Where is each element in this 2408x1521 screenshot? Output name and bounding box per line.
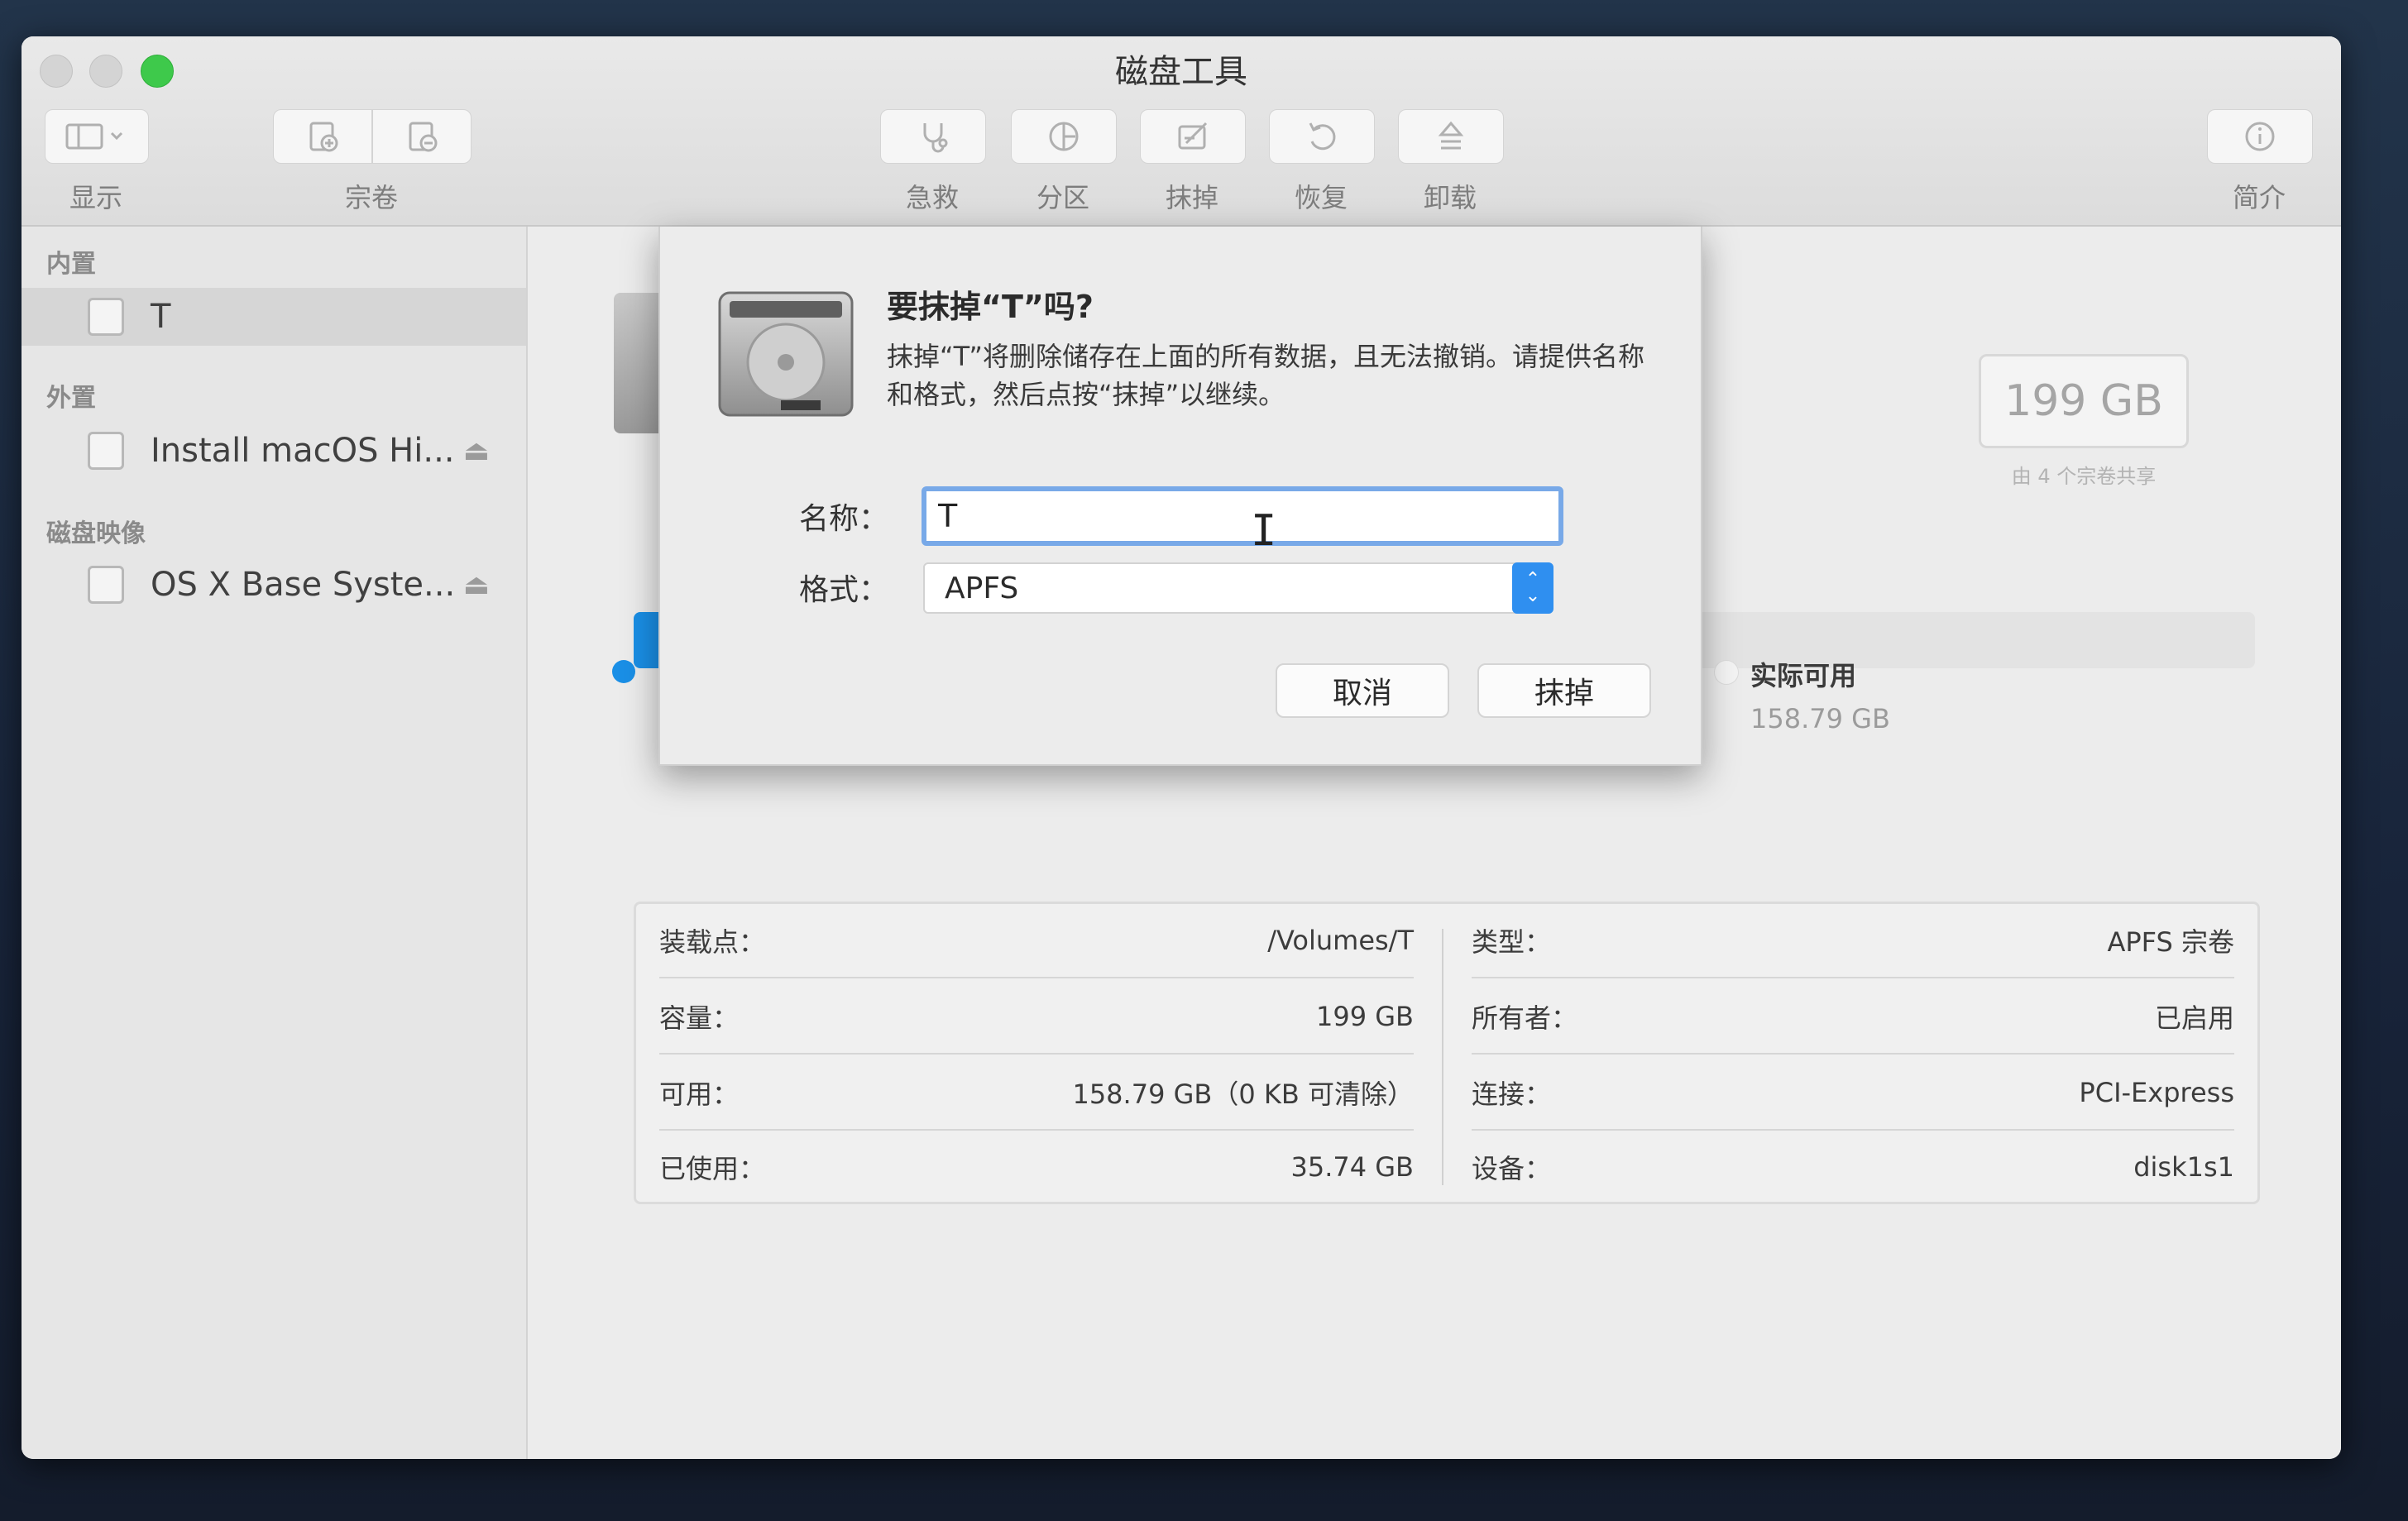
unmount-icon [1438,121,1464,150]
window-title: 磁盘工具 [1115,53,1247,91]
info-row-used: 已使用： 35.74 GB [659,1131,1414,1203]
sidebar-header-external: 外置 [46,384,96,413]
eject-icon[interactable]: ⏏ [463,568,490,601]
name-label: 名称： [798,502,888,536]
row-separator [659,977,1414,978]
info-key: 类型： [1472,926,1552,958]
info-row-connection: 连接： PCI-Express [1472,1056,2234,1129]
info-value: 35.74 GB [1290,1151,1414,1183]
format-label: 格式： [798,573,888,607]
volume-icon [88,298,124,336]
stethoscope-icon [923,123,948,153]
dialog-title: 要抹掉“T”吗? [887,289,1094,325]
sidebar-header-internal: 内置 [46,250,96,279]
row-separator [659,1053,1414,1055]
sidebar-header-disk-images: 磁盘映像 [46,519,146,548]
unmount-button[interactable] [1398,109,1504,164]
volume-info-table: 装载点： /Volumes/T 容量： 199 GB 可用： 158.79 GB… [634,902,2260,1204]
cancel-button[interactable]: 取消 [1276,663,1449,718]
sidebar: 内置 T 外置 Install macOS Hi... ⏏ 磁盘映像 OS X … [22,227,528,1459]
restore-icon [1309,122,1336,151]
erase-button[interactable]: 抹掉 [1477,663,1651,718]
sidebar-item-label: T [151,298,171,336]
sidebar-item-install-macos[interactable]: Install macOS Hi... ⏏ [22,422,526,480]
info-row-capacity: 容量： 199 GB [659,980,1414,1053]
available-legend-value: 158.79 GB [1750,703,1890,734]
sidebar-item-base-system[interactable]: OS X Base Syste... ⏏ [22,556,526,614]
info-row-device: 设备： disk1s1 [1472,1131,2234,1203]
info-row-type: 类型： APFS 宗卷 [1472,904,2234,977]
display-button[interactable] [45,109,149,164]
restore-label: 恢复 [1294,182,1348,213]
info-key: 所有者： [1472,1002,1578,1034]
column-separator [1442,929,1443,1185]
info-value: 158.79 GB（0 KB 可清除） [1072,1079,1414,1110]
unmount-label: 卸载 [1423,182,1477,213]
info-row-mount-point: 装载点： /Volumes/T [659,904,1414,977]
remove-volume-icon [409,122,438,152]
disk-icon [88,432,124,470]
erase-dialog: 要抹掉“T”吗? 抹掉“T”将删除储存在上面的所有数据，且无法撤销。请提供名称和… [658,227,1702,766]
toolbar: 磁盘工具 显示 宗卷 急救 分区 抹掉 恢复 卸载 简介 [22,36,2341,227]
format-select[interactable]: APFS ⌃ ⌄ [923,562,1553,614]
first-aid-label: 急救 [905,182,959,213]
info-value: 已启用 [2154,1002,2234,1034]
text-cursor-icon: I [1251,506,1277,556]
info-value: disk1s1 [2133,1151,2234,1183]
erase-icon [1178,122,1208,150]
hard-drive-icon [718,291,854,417]
erase-toolbar-button[interactable] [1140,109,1246,164]
add-volume-button[interactable] [273,109,372,164]
format-value: APFS [945,571,1019,605]
dialog-message: 抹掉“T”将删除储存在上面的所有数据，且无法撤销。请提供名称和格式，然后点按“抹… [887,341,1645,410]
erase-toolbar-label: 抹掉 [1165,182,1218,213]
used-legend-dot [612,660,635,683]
partition-label: 分区 [1036,182,1089,213]
row-separator [1472,1053,2234,1055]
name-field[interactable] [922,486,1563,546]
partition-icon [1049,122,1079,151]
select-stepper-icon: ⌃ ⌄ [1512,562,1553,614]
first-aid-button[interactable] [880,109,986,164]
info-value: 199 GB [1316,1001,1414,1032]
partition-button[interactable] [1011,109,1117,164]
sidebar-item-t[interactable]: T [22,288,526,346]
info-button[interactable] [2207,109,2313,164]
info-key: 容量： [659,1002,740,1034]
row-separator [1472,977,2234,978]
info-value: /Volumes/T [1267,925,1414,956]
eject-icon[interactable]: ⏏ [463,434,490,467]
info-row-available: 可用： 158.79 GB（0 KB 可清除） [659,1056,1414,1129]
info-icon [2245,122,2275,151]
info-value: APFS 宗卷 [2107,926,2234,958]
sidebar-toggle-icon [65,123,123,150]
capacity-shared-note: 由 4 个宗卷共享 [2011,465,2157,488]
info-label: 简介 [2232,182,2286,213]
info-value: PCI-Express [2079,1077,2234,1108]
available-legend-label: 实际可用 [1750,660,1857,691]
info-key: 装载点： [659,926,766,958]
volume-label: 宗卷 [344,182,398,213]
sidebar-item-label: OS X Base Syste... [151,566,456,604]
available-legend-dot [1714,660,1739,685]
info-key: 可用： [659,1079,740,1110]
sidebar-item-label: Install macOS Hi... [151,432,455,470]
restore-button[interactable] [1269,109,1375,164]
info-key: 已使用： [659,1153,766,1184]
info-key: 连接： [1472,1079,1552,1110]
remove-volume-button[interactable] [372,109,472,164]
display-label: 显示 [69,182,122,213]
add-volume-icon [309,122,338,152]
capacity-box: 199 GB [1979,354,2189,448]
info-row-owners: 所有者： 已启用 [1472,980,2234,1053]
disk-image-icon [88,566,124,604]
info-key: 设备： [1472,1153,1552,1184]
